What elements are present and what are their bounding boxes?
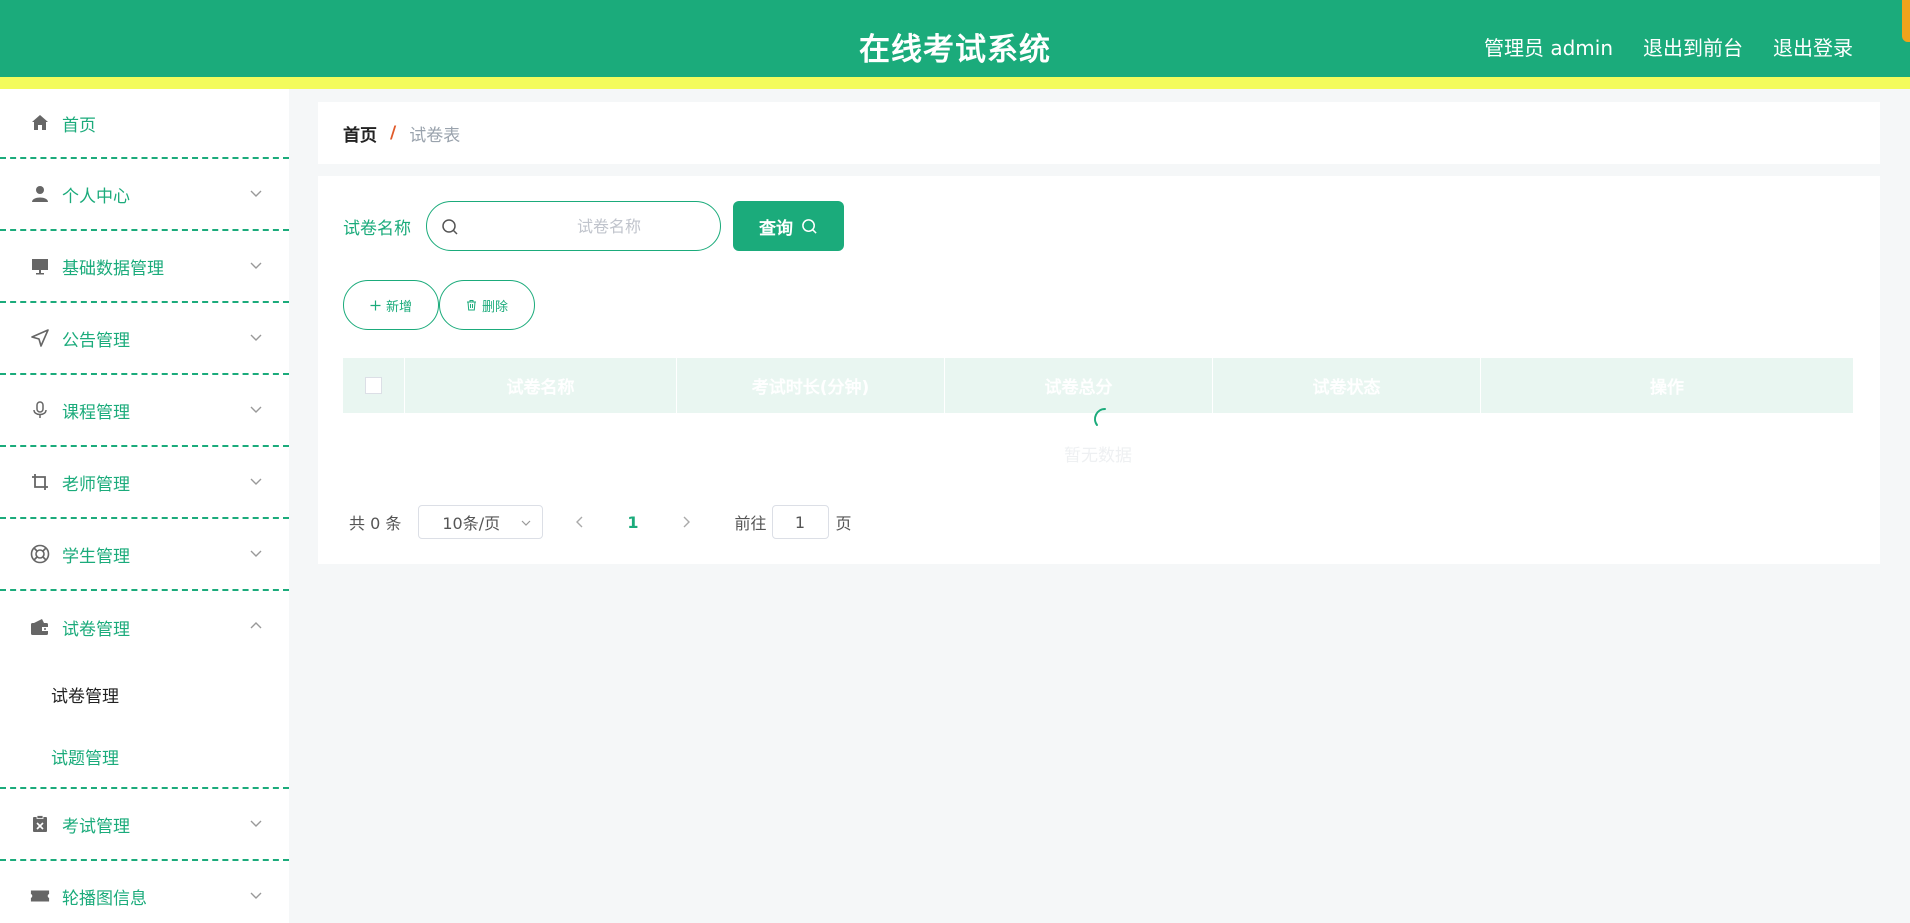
sidebar-item-carousel[interactable]: 轮播图信息 [0, 861, 289, 923]
chevron-down-icon [250, 262, 262, 269]
add-button-label: 新增 [385, 299, 412, 315]
column-header[interactable]: 考试时长(分钟) [677, 358, 945, 413]
chevron-down-icon [521, 520, 531, 526]
submenu-item-question-management[interactable]: 试题管理 [0, 725, 289, 787]
loading-spinner-icon [1094, 408, 1106, 426]
sidebar-item-label: 公告管理 [62, 330, 130, 351]
microphone-icon [30, 400, 50, 420]
sidebar-item-label: 首页 [62, 115, 96, 136]
chevron-down-icon [250, 550, 262, 557]
chevron-down-icon [250, 478, 262, 485]
select-all-cell [343, 358, 405, 413]
add-button[interactable]: 新增 [343, 280, 439, 330]
wallet-icon [30, 617, 50, 637]
user-icon [30, 184, 50, 204]
trash-icon [466, 300, 476, 311]
paper-table: 试卷名称 考试时长(分钟) 试卷总分 试卷状态 操作 暂无数据 [343, 358, 1853, 473]
column-header[interactable]: 试卷总分 [945, 358, 1213, 413]
search-box [426, 201, 721, 251]
logout-link[interactable]: 退出登录 [1773, 32, 1853, 61]
delete-button[interactable]: 删除 [439, 280, 535, 330]
query-button[interactable]: 查询 [733, 201, 844, 251]
prev-page-icon[interactable] [573, 515, 587, 529]
sidebar-item-label: 学生管理 [62, 546, 130, 567]
sidebar-item-base-data[interactable]: 基础数据管理 [0, 231, 289, 303]
action-row: 新增 删除 [343, 280, 535, 330]
submenu-item-paper-management[interactable]: 试卷管理 [0, 663, 289, 725]
page-size-select[interactable]: 10条/页 [418, 505, 544, 539]
home-icon [30, 113, 50, 133]
sidebar-item-student[interactable]: 学生管理 [0, 519, 289, 591]
table-empty-state: 暂无数据 [343, 408, 1853, 473]
chevron-down-icon [250, 892, 262, 899]
chevron-down-icon [250, 334, 262, 341]
goto-page-input[interactable] [771, 505, 829, 539]
top-header: 在线考试系统 管理员 admin 退出到前台 退出登录 [0, 0, 1910, 89]
sidebar-item-label: 考试管理 [62, 816, 130, 837]
sidebar-item-exam-paper[interactable]: 试卷管理 [0, 591, 289, 663]
ticket-icon [30, 886, 50, 906]
next-page-icon[interactable] [679, 515, 693, 529]
page-size-value: 10条/页 [442, 514, 501, 533]
pagination: 共 0 条 10条/页 1 前往 页 [349, 505, 852, 539]
sidebar-item-exam[interactable]: 考试管理 [0, 789, 289, 861]
current-user-label[interactable]: 管理员 admin [1484, 32, 1613, 61]
sidebar-item-label: 老师管理 [62, 474, 130, 495]
sidebar-item-course[interactable]: 课程管理 [0, 375, 289, 447]
breadcrumb: 首页 / 试卷表 [318, 102, 1880, 164]
breadcrumb-separator: / [390, 123, 397, 143]
sidebar-item-notice[interactable]: 公告管理 [0, 303, 289, 375]
main-panel: 试卷名称 查询 新增 删除 试卷名称 考试时长(分钟) 试卷总分 试卷状态 [318, 176, 1880, 564]
page-number-current[interactable]: 1 [627, 513, 638, 532]
search-label: 试卷名称 [343, 218, 411, 239]
breadcrumb-current: 试卷表 [409, 125, 461, 146]
sidebar-item-label: 试卷管理 [62, 619, 130, 640]
sidebar-item-profile[interactable]: 个人中心 [0, 159, 289, 231]
column-header[interactable]: 试卷名称 [405, 358, 677, 413]
breadcrumb-home[interactable]: 首页 [343, 121, 377, 146]
sidebar-item-home[interactable]: 首页 [0, 89, 289, 159]
select-all-checkbox[interactable] [365, 377, 382, 394]
column-header: 操作 [1650, 378, 1684, 398]
sidebar-item-label: 轮播图信息 [62, 888, 147, 909]
header-actions: 管理员 admin 退出到前台 退出登录 [1484, 32, 1853, 61]
pagination-total: 共 0 条 [349, 514, 402, 533]
column-header[interactable]: 试卷状态 [1213, 358, 1481, 413]
sidebar-item-label: 基础数据管理 [62, 258, 164, 279]
sidebar-item-label: 课程管理 [62, 402, 130, 423]
search-icon [802, 218, 817, 234]
sidebar: 首页 个人中心 基础数据管理 公告管理 课程管理 老师管理 学生管理 试卷管理 … [0, 89, 289, 923]
goto-label: 前往 [734, 514, 767, 533]
search-row: 试卷名称 查询 [343, 201, 844, 251]
chevron-down-icon [250, 190, 262, 197]
sidebar-group-exam-paper: 试卷管理 试卷管理 试题管理 [0, 591, 289, 789]
delete-button-label: 删除 [481, 299, 508, 315]
query-button-label: 查询 [759, 218, 793, 239]
chevron-down-icon [250, 406, 262, 413]
plus-icon [370, 300, 381, 310]
sidebar-item-teacher[interactable]: 老师管理 [0, 447, 289, 519]
chevron-up-icon [250, 622, 262, 629]
paper-name-search-input[interactable] [427, 202, 720, 250]
chevron-down-icon [250, 820, 262, 827]
empty-text: 暂无数据 [1064, 446, 1132, 466]
page-unit-label: 页 [835, 514, 852, 533]
send-icon [30, 328, 50, 348]
table-header: 试卷名称 考试时长(分钟) 试卷总分 试卷状态 操作 [343, 358, 1853, 413]
clipboard-x-icon [30, 814, 50, 834]
sidebar-item-label: 个人中心 [62, 186, 130, 207]
exit-to-front-link[interactable]: 退出到前台 [1643, 32, 1743, 61]
lifebuoy-icon [30, 544, 50, 564]
monitor-icon [30, 256, 50, 276]
search-icon [442, 219, 458, 235]
crop-icon [30, 472, 50, 492]
corner-tab[interactable] [1902, 0, 1910, 42]
